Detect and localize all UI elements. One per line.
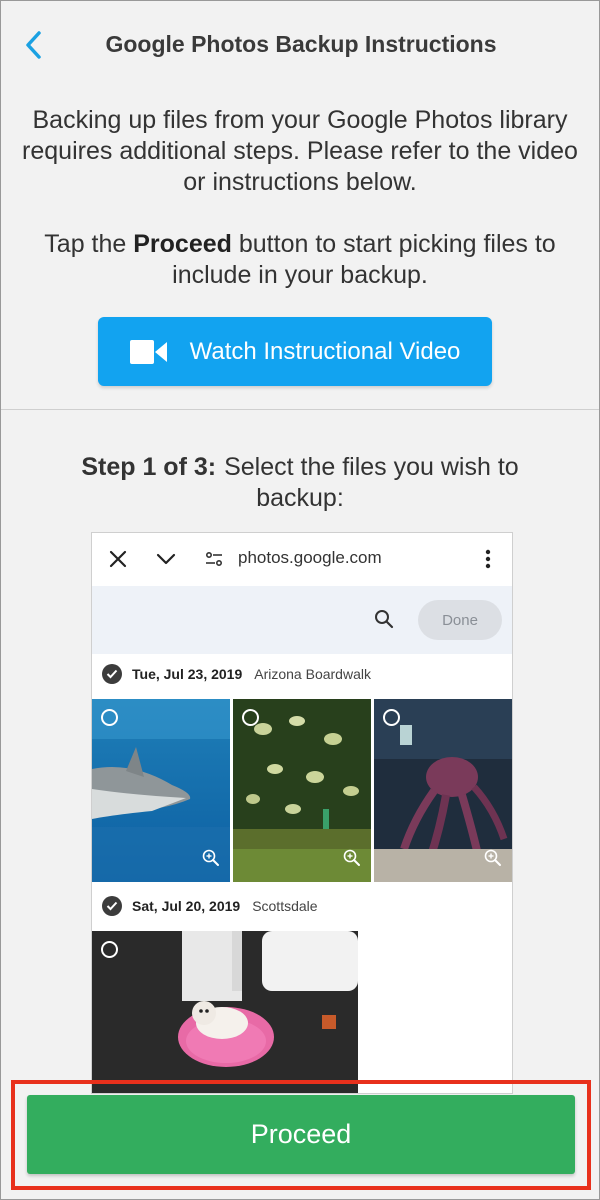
browser-bar: photos.google.com	[92, 533, 512, 585]
instruction-prefix: Tap the	[44, 230, 134, 258]
check-icon	[102, 664, 122, 684]
more-vert-icon	[476, 547, 500, 571]
select-circle	[383, 709, 400, 726]
search-icon	[374, 609, 394, 634]
instruction-bold: Proceed	[133, 230, 232, 258]
step-label: Step 1 of 3:	[81, 453, 217, 481]
intro-text: Backing up files from your Google Photos…	[22, 106, 578, 196]
photo-octopus	[374, 699, 512, 882]
video-camera-icon	[129, 339, 168, 365]
step-instruction: Step 1 of 3: Select the files you wish to…	[41, 452, 559, 514]
header: Google Photos Backup Instructions	[1, 1, 599, 91]
photos-toolbar: Done	[92, 586, 512, 654]
check-icon	[102, 896, 122, 916]
close-icon	[106, 547, 130, 571]
step-text: Select the files you wish to backup:	[224, 453, 519, 512]
photo-jellyfish	[233, 699, 371, 882]
select-circle	[242, 709, 259, 726]
chevron-down-icon	[154, 547, 178, 571]
page-title: Google Photos Backup Instructions	[105, 31, 497, 57]
url-text: photos.google.com	[238, 548, 382, 567]
select-circle	[101, 941, 118, 958]
done-button: Done	[418, 600, 502, 640]
group-date: Tue, Jul 23, 2019	[132, 666, 243, 682]
photo-dog	[92, 931, 358, 1093]
proceed-button[interactable]: Proceed	[27, 1095, 575, 1174]
group-place: Arizona Boardwalk	[254, 666, 371, 682]
instruction-screenshot: photos.google.com Done Tue, Jul 23, 2019	[91, 532, 513, 1094]
divider	[1, 409, 599, 410]
group-date: Sat, Jul 20, 2019	[132, 898, 241, 914]
photo-shark	[92, 699, 230, 882]
proceed-instruction: Tap the Proceed button to start picking …	[31, 229, 569, 291]
date-group-header: Sat, Jul 20, 2019 Scottsdale	[102, 894, 318, 918]
watch-video-button[interactable]: Watch Instructional Video	[98, 317, 492, 386]
zoom-in-icon	[202, 849, 220, 872]
group-place: Scottsdale	[252, 898, 318, 914]
watch-video-label: Watch Instructional Video	[189, 337, 461, 365]
select-circle	[101, 709, 118, 726]
site-settings-icon	[202, 547, 226, 571]
app-screen: Google Photos Backup Instructions Backin…	[0, 0, 600, 1200]
zoom-in-icon	[343, 849, 361, 872]
zoom-in-icon	[484, 849, 502, 872]
date-group-header: Tue, Jul 23, 2019 Arizona Boardwalk	[102, 662, 371, 686]
